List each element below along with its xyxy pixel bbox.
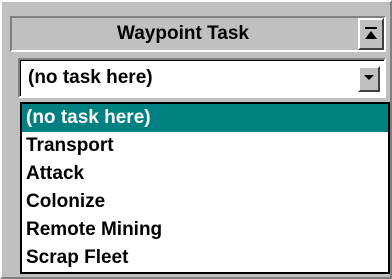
- task-options-list: (no task here) Transport Attack Colonize…: [20, 102, 390, 274]
- panel-header: Waypoint Task: [10, 16, 386, 52]
- task-option-no-task[interactable]: (no task here): [22, 104, 388, 132]
- collapse-button[interactable]: [358, 18, 384, 50]
- collapse-up-icon: [365, 27, 377, 39]
- task-select[interactable]: (no task here): [18, 58, 386, 98]
- task-option-remote-mining[interactable]: Remote Mining: [22, 216, 388, 244]
- task-option-colonize[interactable]: Colonize: [22, 188, 388, 216]
- task-select-dropdown-button[interactable]: [358, 66, 380, 92]
- task-option-transport[interactable]: Transport: [22, 132, 388, 160]
- chevron-down-icon: [364, 75, 374, 80]
- panel-title: Waypoint Task: [117, 23, 249, 44]
- task-option-scrap-fleet[interactable]: Scrap Fleet: [22, 244, 388, 272]
- task-select-value: (no task here): [28, 67, 153, 88]
- task-option-attack[interactable]: Attack: [22, 160, 388, 188]
- waypoint-task-panel: Waypoint Task (no task here) (no task he…: [0, 0, 392, 279]
